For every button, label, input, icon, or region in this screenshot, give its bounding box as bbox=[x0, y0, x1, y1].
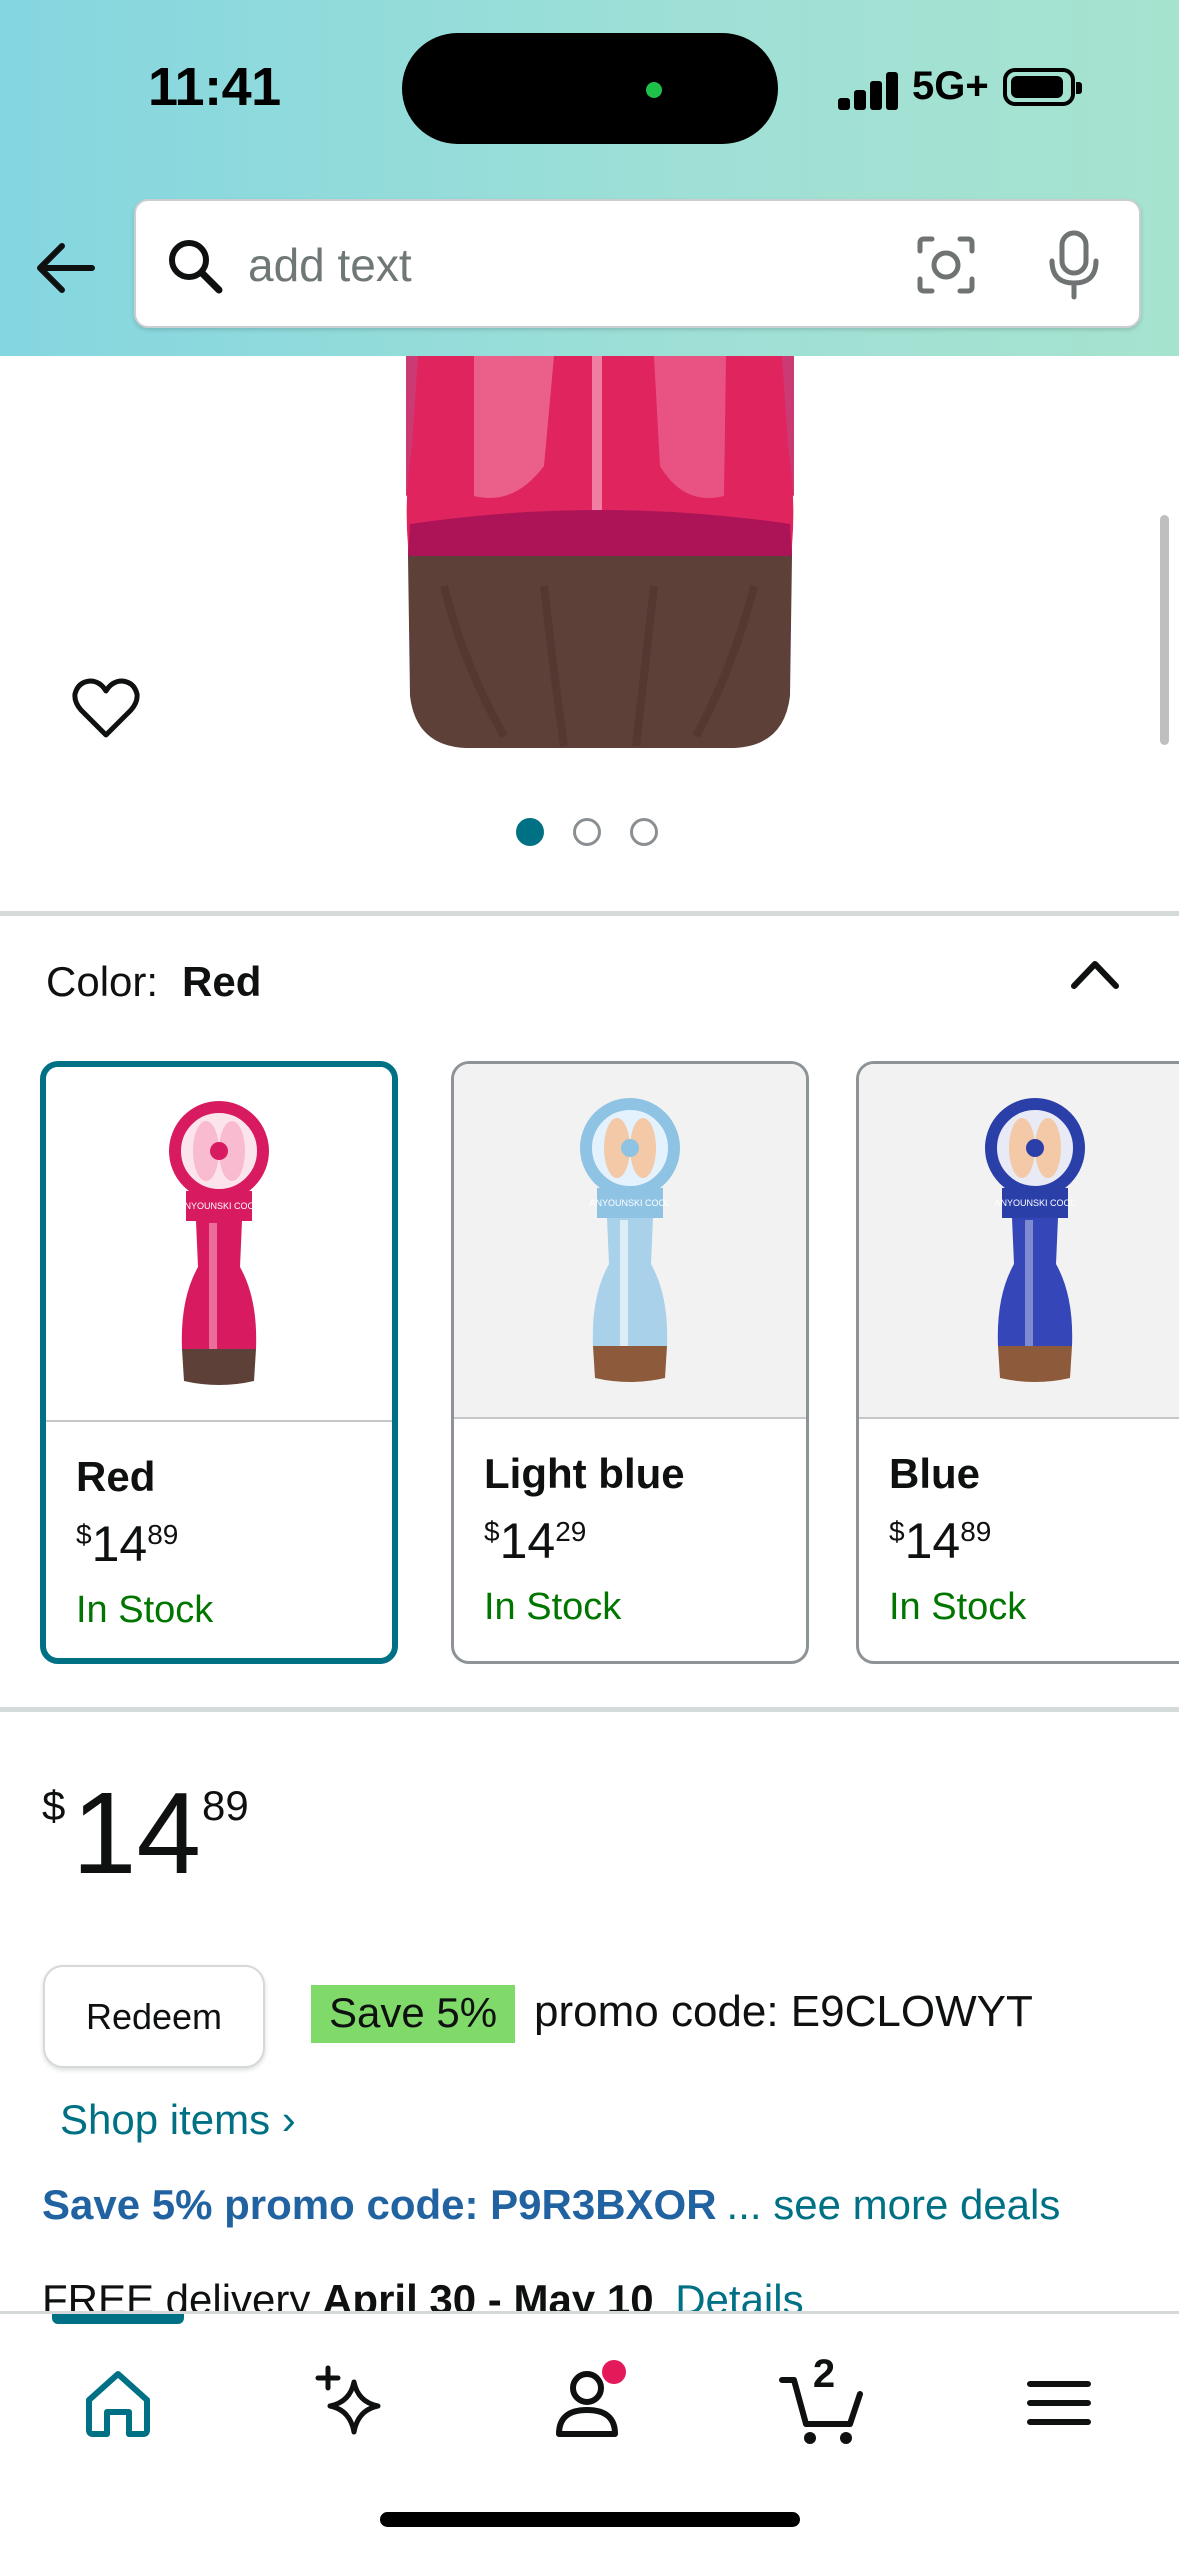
swatch-price: $1489 bbox=[76, 1516, 179, 1572]
nav-cart[interactable]: 2 bbox=[778, 2352, 868, 2448]
back-button[interactable] bbox=[30, 232, 102, 304]
collapse-variants-button[interactable] bbox=[1066, 948, 1124, 1000]
swatch-name: Red bbox=[76, 1453, 156, 1500]
status-time: 11:41 bbox=[148, 57, 281, 117]
color-swatch-red[interactable]: ANYOUNSKI COOL Red $1489 In Stock bbox=[40, 1061, 398, 1664]
search-bar[interactable] bbox=[134, 199, 1141, 328]
second-promo-link[interactable]: Save 5% promo code: P9R3BXOR bbox=[42, 2181, 717, 2228]
wishlist-button[interactable] bbox=[72, 677, 140, 741]
nav-ai-assistant[interactable] bbox=[306, 2358, 396, 2448]
promo-badge: Save 5% bbox=[311, 1985, 516, 2043]
swatch-image-area: ANYOUNSKI COOL bbox=[46, 1067, 392, 1422]
price-whole: 14 bbox=[72, 1768, 202, 1898]
second-promo: Save 5% promo code: P9R3BXOR... see more… bbox=[42, 2181, 1060, 2229]
svg-text:ANYOUNSKI COOL: ANYOUNSKI COOL bbox=[178, 1201, 259, 1211]
notification-dot bbox=[602, 2360, 626, 2384]
product-thumbnail: ANYOUNSKI COOL bbox=[985, 1098, 1085, 1382]
scrollbar[interactable] bbox=[1160, 515, 1169, 745]
cart-count: 2 bbox=[812, 2352, 836, 2396]
arrow-left-icon bbox=[37, 243, 95, 293]
search-icon bbox=[169, 240, 223, 294]
cellular-signal-icon bbox=[838, 68, 900, 110]
dynamic-island bbox=[402, 33, 778, 144]
carousel-dot[interactable] bbox=[573, 818, 601, 846]
image-carousel-dots[interactable] bbox=[516, 818, 666, 848]
swatch-name: Blue bbox=[889, 1450, 981, 1497]
swatch-stock-status: In Stock bbox=[484, 1586, 622, 1628]
swatch-image-area: ANYOUNSKI COOL bbox=[454, 1064, 806, 1419]
product-main-image[interactable] bbox=[404, 356, 796, 754]
home-icon bbox=[86, 2371, 150, 2437]
redeem-button[interactable]: Redeem bbox=[43, 1965, 265, 2068]
swatch-stock-status: In Stock bbox=[76, 1589, 214, 1631]
carousel-dot[interactable] bbox=[630, 818, 658, 846]
carousel-dot[interactable] bbox=[516, 818, 544, 846]
variant-label: Color: bbox=[46, 958, 159, 1005]
battery-icon bbox=[1003, 68, 1082, 106]
shop-items-link[interactable]: Shop items › bbox=[60, 2096, 296, 2144]
variant-selected-value: Red bbox=[182, 958, 262, 1005]
price-currency: $ bbox=[42, 1782, 66, 1829]
network-type: 5G+ bbox=[912, 64, 989, 108]
search-input[interactable] bbox=[248, 225, 948, 305]
swatch-stock-status: In Stock bbox=[889, 1586, 1027, 1628]
see-more-deals-link[interactable]: ... see more deals bbox=[727, 2181, 1061, 2228]
swatch-price: $1429 bbox=[484, 1513, 587, 1569]
app-header: 11:41 5G+ bbox=[0, 0, 1179, 356]
chevron-up-icon bbox=[1071, 961, 1119, 989]
sparkle-icon bbox=[315, 2365, 381, 2435]
product-thumbnail: ANYOUNSKI COOL bbox=[169, 1101, 269, 1385]
divider bbox=[0, 1707, 1179, 1712]
camera-indicator-dot bbox=[646, 82, 662, 98]
divider bbox=[0, 911, 1179, 916]
active-tab-indicator bbox=[52, 2314, 184, 2324]
variant-header: Color: Red bbox=[46, 958, 261, 1006]
color-swatch-blue[interactable]: ANYOUNSKI COOL Blue $1489 In Stock bbox=[856, 1061, 1179, 1664]
price-fraction: 89 bbox=[202, 1782, 249, 1829]
color-swatch-light-blue[interactable]: ANYOUNSKI COOL Light blue $1429 In Stock bbox=[451, 1061, 809, 1664]
camera-lens-icon[interactable] bbox=[914, 233, 978, 297]
heart-icon bbox=[72, 678, 140, 738]
svg-text:ANYOUNSKI COOL: ANYOUNSKI COOL bbox=[589, 1198, 670, 1208]
hamburger-icon bbox=[1027, 2381, 1091, 2425]
nav-account[interactable] bbox=[542, 2358, 632, 2448]
svg-text:ANYOUNSKI COOL: ANYOUNSKI COOL bbox=[994, 1198, 1075, 1208]
nav-menu[interactable] bbox=[1014, 2358, 1104, 2448]
swatch-price: $1489 bbox=[889, 1513, 992, 1569]
home-indicator bbox=[380, 2512, 800, 2527]
swatch-image-area: ANYOUNSKI COOL bbox=[859, 1064, 1179, 1419]
microphone-icon[interactable] bbox=[1046, 229, 1102, 301]
nav-home[interactable] bbox=[73, 2358, 163, 2448]
product-thumbnail: ANYOUNSKI COOL bbox=[580, 1098, 680, 1382]
swatch-name: Light blue bbox=[484, 1450, 685, 1497]
promo-code-text: promo code: E9CLOWYT bbox=[534, 1987, 1033, 2036]
